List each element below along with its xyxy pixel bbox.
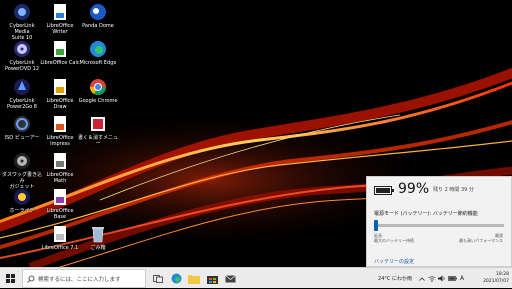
desktop-icon-label: LibreOffice Math: [46, 172, 74, 184]
slider-left-caption: 延長 最大のバッテリー持続: [374, 233, 414, 243]
desktop-icon-cyberlink-powerdvd[interactable]: CyberLink PowerDVD 12: [2, 40, 42, 72]
desktop-icon-label: LibreOffice Draw: [46, 98, 74, 110]
recycle-bin-icon: [89, 225, 107, 243]
chevron-up-icon: [419, 276, 425, 281]
battery-flyout: 99% 残り 2 時間 39 分 電源モード (バッテリー): バッテリー節約機…: [366, 176, 512, 267]
libreoffice-calc-icon: [51, 40, 69, 58]
cyberlink-media-suite-icon: [13, 3, 31, 21]
desktop-icon-google-chrome[interactable]: Google Chrome: [78, 78, 118, 104]
desktop-icon-cyberlink-power2go[interactable]: CyberLink Power2Go 8: [2, 78, 42, 110]
desktop-icon-iso-viewer[interactable]: ISO ビューアー: [2, 115, 42, 141]
battery-settings-link[interactable]: バッテリーの設定: [374, 258, 414, 265]
desktop-icon-label: LibreOffice Writer: [46, 23, 74, 35]
start-button[interactable]: [0, 268, 20, 289]
folder-icon: [188, 274, 200, 284]
power-mode-label: 電源モード (バッテリー): バッテリー節約機能: [374, 211, 478, 217]
volume-tray-button[interactable]: [437, 268, 446, 289]
cyberlink-power2go-icon: [13, 78, 31, 96]
taskbar-app-edge[interactable]: [168, 268, 184, 289]
burner-tool-icon: [13, 188, 31, 206]
taskbar-search-input[interactable]: 検索するには、ここに入力します: [22, 269, 146, 288]
desktop-icon-label: Microsoft Edge: [79, 60, 117, 66]
desktop-icon-label: CyberLink PowerDVD 12: [4, 60, 40, 72]
desktop-icon-libreoffice-draw[interactable]: LibreOffice Draw: [40, 78, 80, 110]
desktop-icon-label: CyberLink Media Suite 10: [9, 23, 35, 41]
desktop-icon-libreoffice-calc[interactable]: LibreOffice Calc: [40, 40, 80, 66]
google-chrome-icon: [89, 78, 107, 96]
slider-right-caption: 最適 最も高いパフォーマンス: [459, 233, 503, 243]
wifi-icon: [427, 275, 436, 282]
desktop-icon-panda-dome[interactable]: Panda Dome: [78, 3, 118, 29]
desktop-icon-label: LibreOffice Impress: [46, 135, 74, 147]
power-mode-slider-thumb[interactable]: [374, 220, 378, 231]
desktop-icon-microsoft-edge[interactable]: Microsoft Edge: [78, 40, 118, 66]
taskbar-app-mail[interactable]: [222, 268, 238, 289]
desktop-icon-label: ISO ビューアー: [4, 135, 40, 141]
microsoft-edge-icon: [171, 273, 181, 284]
taskbar-app-explorer[interactable]: [186, 268, 202, 289]
panda-dome-icon: [89, 3, 107, 21]
desktop-icon-libreoffice-base[interactable]: LibreOffice Base: [40, 188, 80, 220]
search-icon: [27, 275, 35, 283]
store-icon: [206, 275, 218, 284]
desktop-icon-label: Google Chrome: [78, 98, 118, 104]
desktop-icon-label: LibreOffice Calc: [40, 60, 80, 66]
clock[interactable]: 18:28 2021/07/07: [483, 271, 509, 285]
libreoffice-math-icon: [51, 152, 69, 170]
desktop-icon-recycle-bin[interactable]: ごみ箱: [78, 225, 118, 251]
weather-text: 24°C にわか雨: [378, 276, 412, 282]
iso-viewer-icon: [13, 115, 31, 133]
desktop-icon-burner-tool[interactable]: ホーライテ: [2, 188, 42, 214]
desktop-icon-label: LibreOffice 7.1: [41, 245, 79, 251]
battery-tray-button[interactable]: [447, 268, 457, 289]
desktop-icon-libreoffice-impress[interactable]: LibreOffice Impress: [40, 115, 80, 147]
libreoffice-writer-icon: [51, 3, 69, 21]
ime-indicator[interactable]: A: [458, 268, 466, 289]
clock-time: 18:28: [496, 272, 509, 277]
desktop-icon-label: 書く＆消すメニュー: [78, 135, 119, 147]
power-mode-slider[interactable]: [374, 220, 504, 231]
libreoffice-icon: [51, 225, 69, 243]
desktop-icon-label: ホーライテ: [9, 208, 35, 214]
cyberlink-powerdvd-icon: [13, 40, 31, 58]
write-erase-menu-icon: [89, 115, 107, 133]
speaker-icon: [437, 275, 445, 282]
windows-logo-icon: [5, 274, 15, 283]
battery-icon: [374, 186, 394, 195]
battery-remaining-time: 残り 2 時間 39 分: [433, 187, 474, 193]
desktop-icon-label: LibreOffice Base: [46, 208, 74, 220]
tray-overflow-button[interactable]: [418, 268, 426, 289]
libreoffice-draw-icon: [51, 78, 69, 96]
clock-date: 2021/07/07: [483, 279, 509, 284]
network-tray-button[interactable]: [427, 268, 436, 289]
taskbar-app-store[interactable]: [204, 268, 220, 289]
desktop-icon-label: ごみ箱: [90, 245, 106, 251]
task-view-button[interactable]: [150, 268, 166, 289]
microsoft-edge-icon: [89, 40, 107, 58]
desktop-icon-libreoffice-math[interactable]: LibreOffice Math: [40, 152, 80, 184]
desktop-icon-write-gadget[interactable]: ダスワッグ書き込み ガジェット: [2, 152, 42, 190]
libreoffice-base-icon: [51, 188, 69, 206]
desktop-icon-cyberlink-media-suite[interactable]: CyberLink Media Suite 10: [2, 3, 42, 41]
battery-level-fill: [376, 188, 390, 193]
desktop-icon-label: CyberLink Power2Go 8: [6, 98, 37, 110]
desktop-icon-write-erase-menu[interactable]: 書く＆消すメニュー: [78, 115, 118, 147]
weather-widget[interactable]: 24°C にわか雨: [378, 268, 412, 289]
desktop-icon-libreoffice[interactable]: LibreOffice 7.1: [40, 225, 80, 251]
mail-icon: [224, 274, 236, 282]
task-view-icon: [153, 274, 163, 283]
taskbar: 検索するには、ここに入力します 24°C にわか雨 A 18:28 2021/0…: [0, 267, 512, 288]
write-gadget-icon: [13, 152, 31, 170]
desktop-icon-libreoffice-writer[interactable]: LibreOffice Writer: [40, 3, 80, 35]
battery-icon: [447, 276, 457, 281]
search-placeholder: 検索するには、ここに入力します: [38, 276, 121, 283]
battery-percent: 99%: [398, 181, 430, 197]
libreoffice-impress-icon: [51, 115, 69, 133]
desktop-icon-label: Panda Dome: [82, 23, 114, 29]
